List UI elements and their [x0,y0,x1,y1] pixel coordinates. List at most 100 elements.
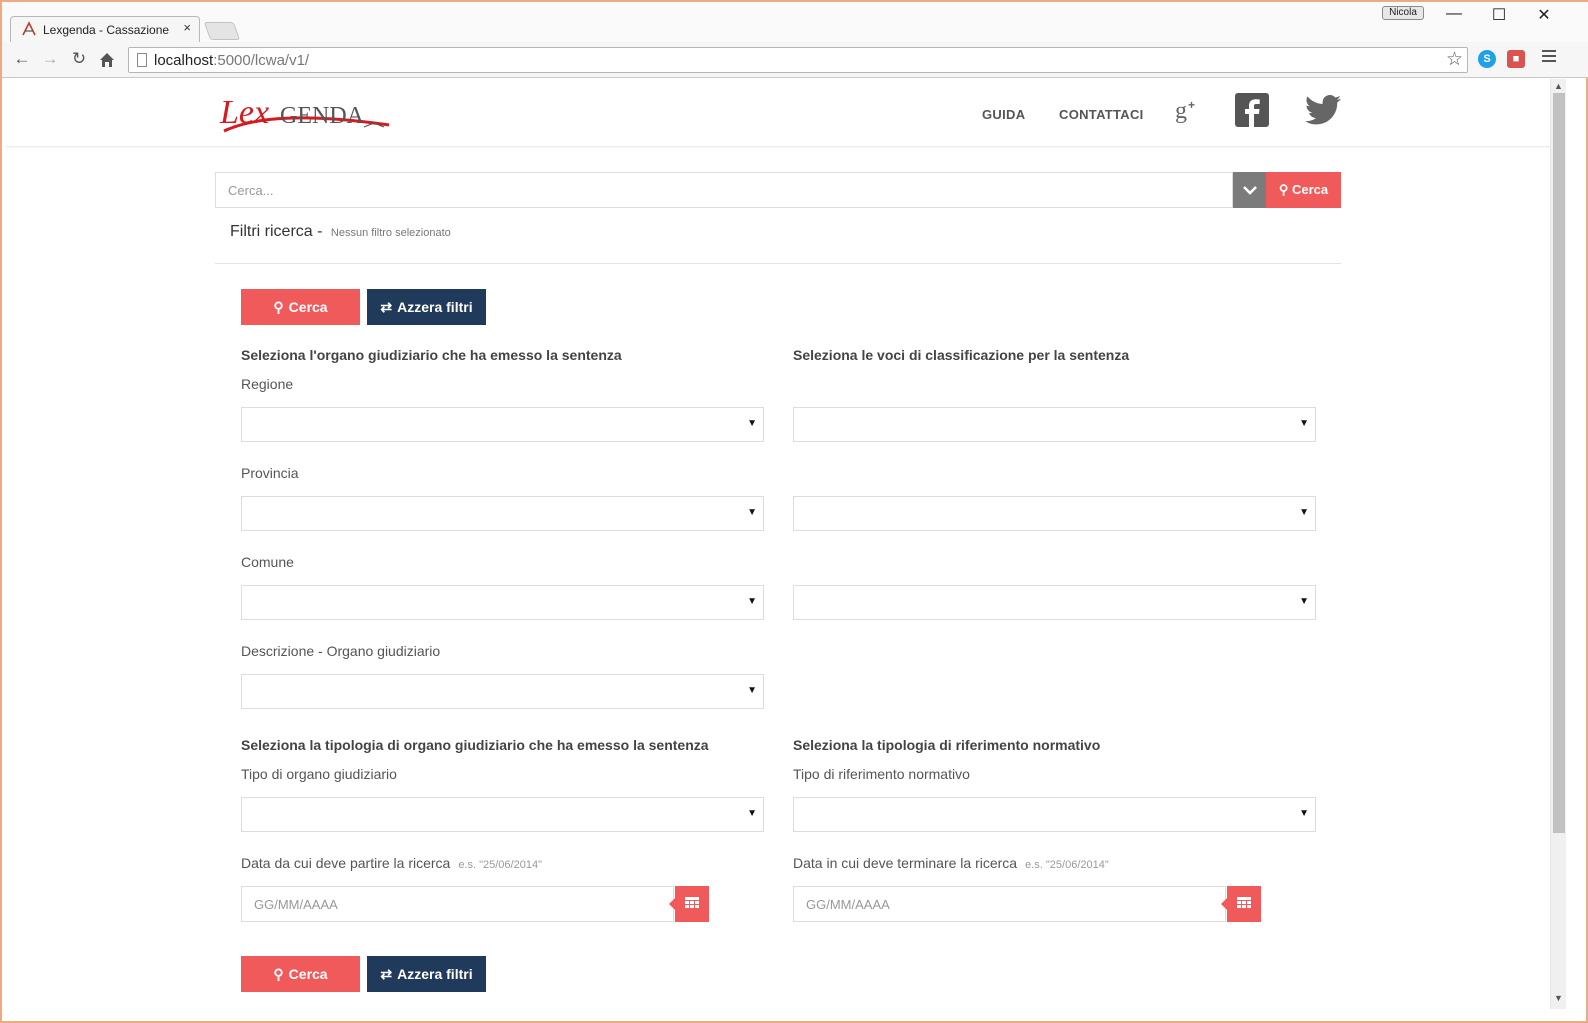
dropdown-caret-icon: ▼ [747,596,757,607]
comune-label: Comune [241,554,294,570]
svg-text:g: g [1175,98,1187,123]
back-icon[interactable]: ← [11,48,33,70]
filters-separator: - [317,223,323,240]
classification-select-2[interactable]: ▼ [793,496,1316,531]
date-to-label: Data in cui deve terminare la ricerca e.s… [793,855,1109,871]
nav-guida[interactable]: GUIDA [982,107,1025,122]
organ-type-label: Tipo di organo giudiziario [241,766,397,782]
cerca-label: Cerca [288,966,328,982]
lexgenda-logo[interactable]: Lex GENDA [214,87,394,143]
dropdown-caret-icon: ▼ [1299,808,1309,819]
page-content: Lex GENDA GUIDA CONTATTACI g + Cerca... … [5,79,1550,1009]
svg-text:+: + [1188,98,1195,112]
regione-label: Regione [241,376,294,392]
new-tab-button[interactable] [203,22,241,40]
search-icon: ⚲ [1278,182,1289,197]
cerca-button-bottom[interactable]: ⚲ Cerca [241,956,360,992]
svg-text:Lex: Lex [219,94,269,131]
minimize-icon[interactable]: — [1444,5,1464,23]
scroll-up-icon[interactable]: ▲ [1554,81,1563,91]
dropdown-caret-icon: ▼ [1299,418,1309,429]
norm-type-label: Tipo di riferimento normativo [793,766,970,782]
date-from-calendar-button[interactable] [669,886,709,922]
organ-section-title: Seleziona l'organo giudiziario che ha em… [241,347,622,363]
search-options-toggle[interactable] [1233,172,1266,208]
page-icon [137,53,147,67]
classification-select-3[interactable]: ▼ [793,585,1316,620]
browser-toolbar: ← → ↻ localhost:5000/lcwa/v1/ ☆ S ■ [2,42,1588,78]
search-bar: ⚲ Cerca [215,172,1341,208]
reset-icon: ⇄ [380,965,393,982]
url-text: localhost:5000/lcwa/v1/ [154,52,310,69]
filters-heading: Filtri ricerca - Nessun filtro seleziona… [230,223,451,241]
filters-status: Nessun filtro selezionato [330,227,451,239]
bookmark-star-icon[interactable]: ☆ [1446,48,1463,71]
comune-select[interactable]: ▼ [241,585,764,620]
browser-tab[interactable]: Lexgenda - Cassazione × [10,16,200,42]
nav-contattaci[interactable]: CONTATTACI [1059,107,1144,122]
filters-title: Filtri ricerca [230,223,313,240]
menu-icon[interactable] [1542,50,1556,65]
scrollbar[interactable]: ▲ ▼ [1550,79,1566,1009]
svg-text:GENDA: GENDA [280,103,365,129]
regione-select[interactable]: ▼ [241,407,764,442]
chevron-down-icon [1242,185,1257,195]
search-submit-button[interactable]: ⚲ Cerca [1266,172,1341,208]
cerca-label: Cerca [288,299,328,315]
classification-section-title: Seleziona le voci di classificazione per… [793,347,1130,363]
site-header: Lex GENDA GUIDA CONTATTACI g + [5,79,1550,147]
provincia-label: Provincia [241,465,299,481]
organ-type-section-title: Seleziona la tipologia di organo giudizi… [241,737,709,753]
organo-descrizione-label: Descrizione - Organo giudiziario [241,643,441,659]
search-icon: ⚲ [273,298,284,315]
reload-icon[interactable]: ↻ [68,48,90,70]
search-icon: ⚲ [273,965,284,982]
address-bar[interactable]: localhost:5000/lcwa/v1/ ☆ [128,47,1468,73]
reset-icon: ⇄ [380,298,393,315]
home-icon[interactable] [98,51,116,69]
maximize-icon[interactable]: ☐ [1489,5,1509,25]
twitter-icon[interactable] [1305,95,1341,125]
skype-icon[interactable]: S [1478,50,1496,68]
browser-window: Lexgenda - Cassazione × Nicola — ☐ ✕ ← →… [1,1,1588,1022]
title-bar: Lexgenda - Cassazione × Nicola — ☐ ✕ [2,2,1588,42]
profile-badge[interactable]: Nicola [1382,6,1424,20]
azzera-filtri-button-bottom[interactable]: ⇄ Azzera filtri [367,956,486,992]
dropdown-caret-icon: ▼ [747,418,757,429]
tab-close-icon[interactable]: × [183,20,191,35]
classification-select-1[interactable]: ▼ [793,407,1316,442]
date-to-hint: e.s. "25/06/2014" [1025,859,1109,871]
divider [215,263,1341,264]
azzera-filtri-button-top[interactable]: ⇄ Azzera filtri [367,289,486,325]
organo-descrizione-select[interactable]: ▼ [241,674,764,709]
google-plus-icon[interactable]: g + [1175,97,1201,123]
date-from-label: Data da cui deve partire la ricerca e.s. … [241,855,542,871]
tab-title: Lexgenda - Cassazione [43,23,170,37]
date-from-input[interactable] [241,886,674,922]
facebook-icon[interactable] [1235,93,1269,127]
calendar-icon [685,896,699,908]
scroll-down-icon[interactable]: ▼ [1554,993,1563,1003]
organ-type-select[interactable]: ▼ [241,797,764,832]
calendar-icon [1237,896,1251,908]
dropdown-caret-icon: ▼ [1299,596,1309,607]
azzera-label: Azzera filtri [397,299,473,315]
date-from-hint: e.s. "25/06/2014" [458,859,542,871]
dropdown-caret-icon: ▼ [747,685,757,696]
dropdown-caret-icon: ▼ [1299,507,1309,518]
extension-icon[interactable]: ■ [1507,50,1525,68]
forward-icon[interactable]: → [39,48,61,70]
provincia-select[interactable]: ▼ [241,496,764,531]
dropdown-caret-icon: ▼ [747,507,757,518]
azzera-label: Azzera filtri [397,966,473,982]
search-input[interactable] [215,172,1233,208]
cerca-button-top[interactable]: ⚲ Cerca [241,289,360,325]
search-button-label: Cerca [1292,182,1329,197]
lexgenda-favicon-icon [22,21,36,36]
scroll-thumb[interactable] [1553,93,1565,833]
norm-type-select[interactable]: ▼ [793,797,1316,832]
close-window-icon[interactable]: ✕ [1534,5,1554,25]
date-to-calendar-button[interactable] [1221,886,1261,922]
date-to-input[interactable] [793,886,1226,922]
dropdown-caret-icon: ▼ [747,808,757,819]
